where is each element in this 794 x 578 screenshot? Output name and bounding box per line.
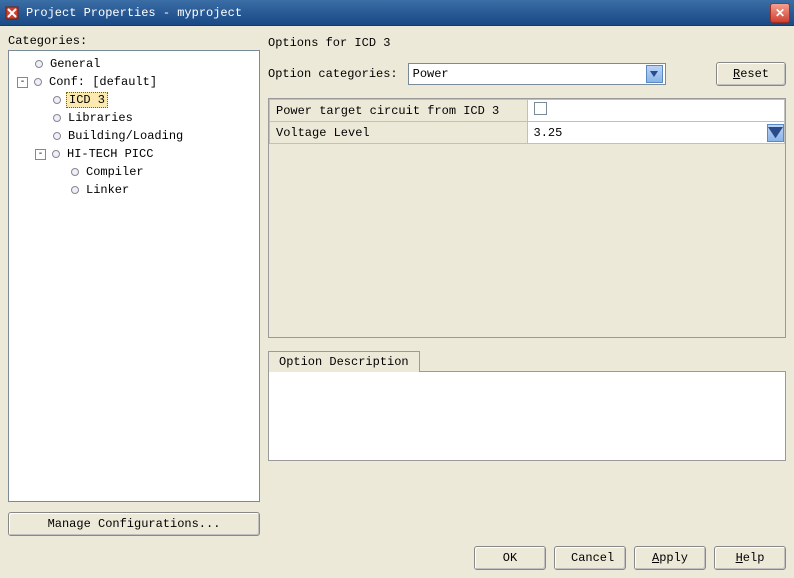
tree-item-compiler[interactable]: Compiler [11,163,257,181]
node-icon [71,168,79,176]
apply-button[interactable]: Apply [634,546,706,570]
options-for-label: Options for ICD 3 [268,36,786,50]
tree-item-label: Building/Loading [66,129,185,143]
voltage-level-value: 3.25 [534,126,563,140]
power-target-checkbox[interactable] [534,102,547,115]
reset-label-rest: eset [740,67,769,81]
tree-item-label: General [48,57,102,71]
node-icon [34,78,42,86]
cancel-button[interactable]: Cancel [554,546,626,570]
tree-item-libraries[interactable]: Libraries [11,109,257,127]
tree-item-label: Libraries [66,111,135,125]
dialog-footer: OK Cancel Apply Help [8,536,786,570]
tree-item-label: Compiler [84,165,146,179]
categories-label: Categories: [8,34,260,48]
node-icon [53,132,61,140]
tree-item-hitech-picc[interactable]: - HI-TECH PICC [11,145,257,163]
voltage-level-select[interactable]: 3.25 [534,122,785,143]
reset-button[interactable]: Reset [716,62,786,86]
option-categories-label: Option categories: [268,67,398,81]
option-name-cell: Voltage Level [270,122,528,144]
chevron-down-icon [646,65,663,83]
help-button[interactable]: Help [714,546,786,570]
ok-button[interactable]: OK [474,546,546,570]
option-description-box [268,371,786,461]
collapse-icon[interactable]: - [17,77,28,88]
node-icon [71,186,79,194]
chevron-down-icon [767,124,784,142]
app-icon [4,5,20,21]
option-categories-select[interactable]: Power [408,63,666,85]
window-title: Project Properties - myproject [26,6,770,20]
tree-item-label: ICD 3 [66,92,108,108]
close-icon: ✕ [775,6,785,20]
option-categories-value: Power [413,67,449,81]
collapse-icon[interactable]: - [35,149,46,160]
tree-item-label: Conf: [default] [47,75,159,89]
options-grid: Power target circuit from ICD 3 Voltage … [268,98,786,338]
option-name-cell: Power target circuit from ICD 3 [270,100,528,122]
manage-configurations-button[interactable]: Manage Configurations... [8,512,260,536]
option-row: Power target circuit from ICD 3 [270,100,785,122]
node-icon [53,96,61,104]
title-bar: Project Properties - myproject ✕ [0,0,794,26]
tab-option-description[interactable]: Option Description [268,351,420,372]
categories-tree[interactable]: General - Conf: [default] ICD 3 Librarie [8,50,260,502]
tree-item-general[interactable]: General [11,55,257,73]
tree-item-label: Linker [84,183,131,197]
tree-item-icd3[interactable]: ICD 3 [11,91,257,109]
node-icon [53,114,61,122]
tree-item-building-loading[interactable]: Building/Loading [11,127,257,145]
option-row: Voltage Level 3.25 [270,122,785,144]
tree-item-conf-default[interactable]: - Conf: [default] [11,73,257,91]
node-icon [52,150,60,158]
tree-item-label: HI-TECH PICC [65,147,155,161]
tree-item-linker[interactable]: Linker [11,181,257,199]
node-icon [35,60,43,68]
close-button[interactable]: ✕ [770,3,790,23]
